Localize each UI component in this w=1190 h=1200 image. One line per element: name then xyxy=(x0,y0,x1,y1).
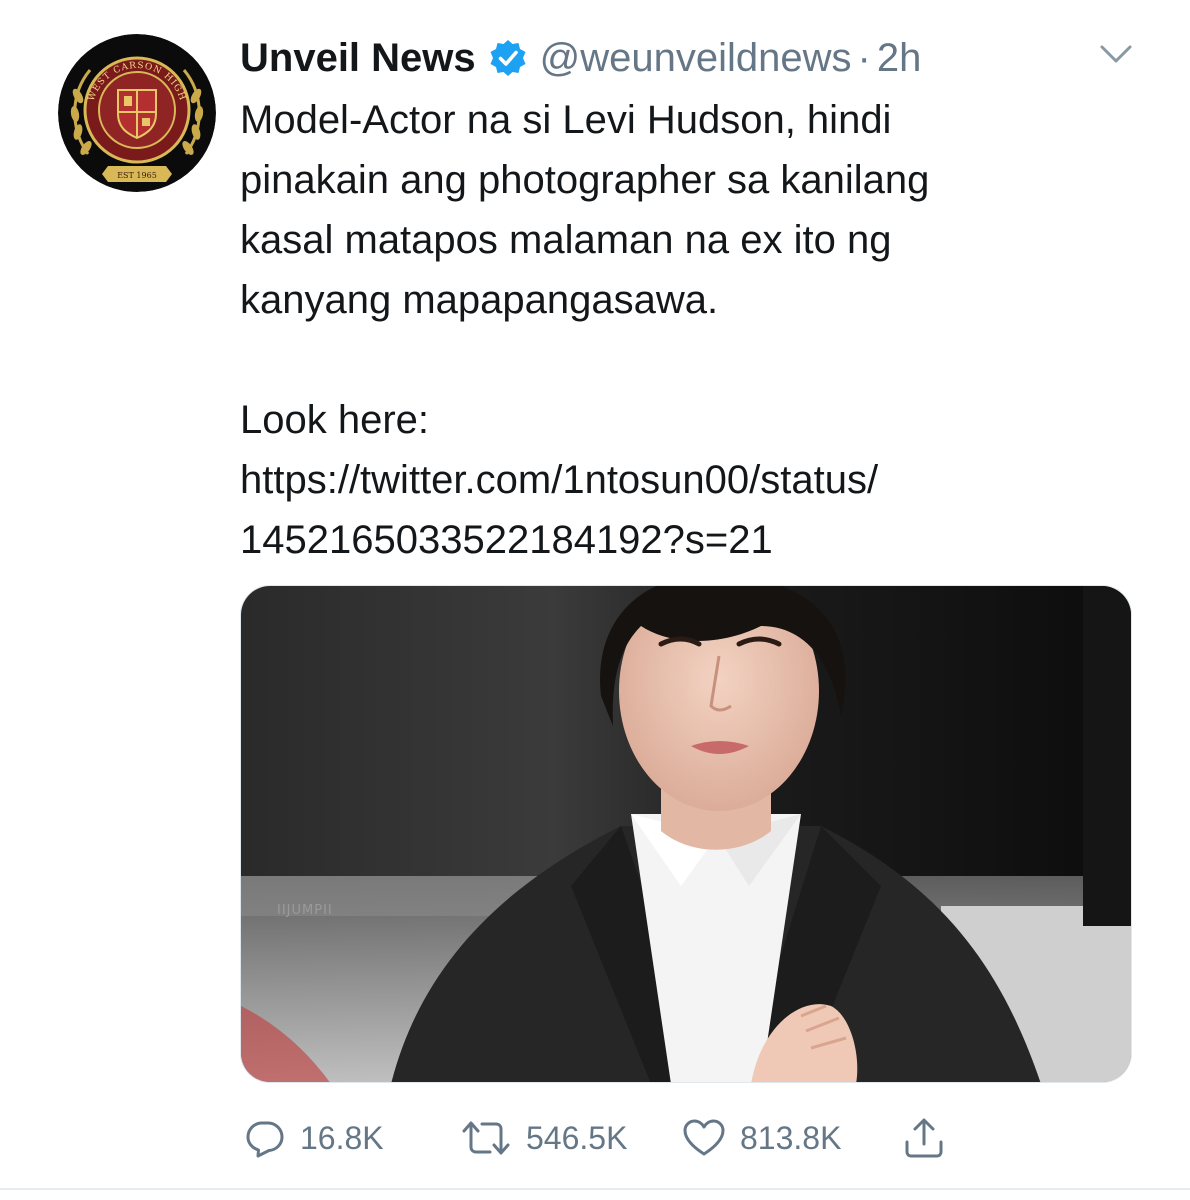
tweet-text-line: pinakain ang photographer sa kanilang xyxy=(240,158,930,202)
author-display-name[interactable]: Unveil News xyxy=(240,36,476,81)
tweet-timestamp[interactable]: 2h xyxy=(877,36,922,81)
author-avatar[interactable]: WEST CARSON HIGH EST 1965 xyxy=(58,34,216,192)
tweet-link-line-1[interactable]: https://twitter.com/1ntosun00/status/ xyxy=(240,450,1140,510)
tweet-media-photo[interactable]: IIJUMPII xyxy=(240,585,1132,1083)
tweet-actions: 16.8K 546.5K 813.8K xyxy=(244,1110,946,1166)
verified-badge-icon xyxy=(488,38,528,78)
tweet-link-line-2[interactable]: 1452165033522184192?s=21 xyxy=(240,510,1140,570)
school-crest-icon: WEST CARSON HIGH EST 1965 xyxy=(58,34,216,192)
tweet-card[interactable]: WEST CARSON HIGH EST 1965 Unveil News @w… xyxy=(0,0,1190,1200)
heart-icon xyxy=(682,1117,726,1159)
like-count: 813.8K xyxy=(740,1119,842,1156)
header-separator: · xyxy=(857,35,871,80)
like-button[interactable]: 813.8K xyxy=(682,1117,902,1159)
tweet-text: Model-Actor na si Levi Hudson, hindi pin… xyxy=(240,90,1140,570)
retweet-arrows-icon xyxy=(460,1117,512,1159)
link-intro-text: Look here: xyxy=(240,398,430,442)
tweet-header: Unveil News @weunveildnews · 2h xyxy=(240,28,921,88)
author-handle[interactable]: @weunveildnews xyxy=(540,36,852,81)
media-watermark: IIJUMPII xyxy=(277,903,333,918)
share-upload-icon xyxy=(902,1116,946,1160)
tweet-text-line: Model-Actor na si Levi Hudson, hindi xyxy=(240,98,892,142)
more-options-chevron-down-icon[interactable] xyxy=(1098,40,1134,68)
tweet-text-line: kasal matapos malaman na ex ito ng xyxy=(240,218,892,262)
retweet-count: 546.5K xyxy=(526,1119,628,1156)
share-button[interactable] xyxy=(902,1116,946,1160)
retweet-button[interactable]: 546.5K xyxy=(460,1117,682,1159)
portrait-photo-image: IIJUMPII xyxy=(241,586,1131,1082)
reply-bubble-icon xyxy=(244,1117,286,1159)
reply-button[interactable]: 16.8K xyxy=(244,1117,460,1159)
reply-count: 16.8K xyxy=(300,1119,384,1156)
tweet-text-line: kanyang mapapangasawa. xyxy=(240,278,719,322)
crest-est-text: EST 1965 xyxy=(117,171,157,180)
bottom-divider xyxy=(0,1188,1190,1190)
